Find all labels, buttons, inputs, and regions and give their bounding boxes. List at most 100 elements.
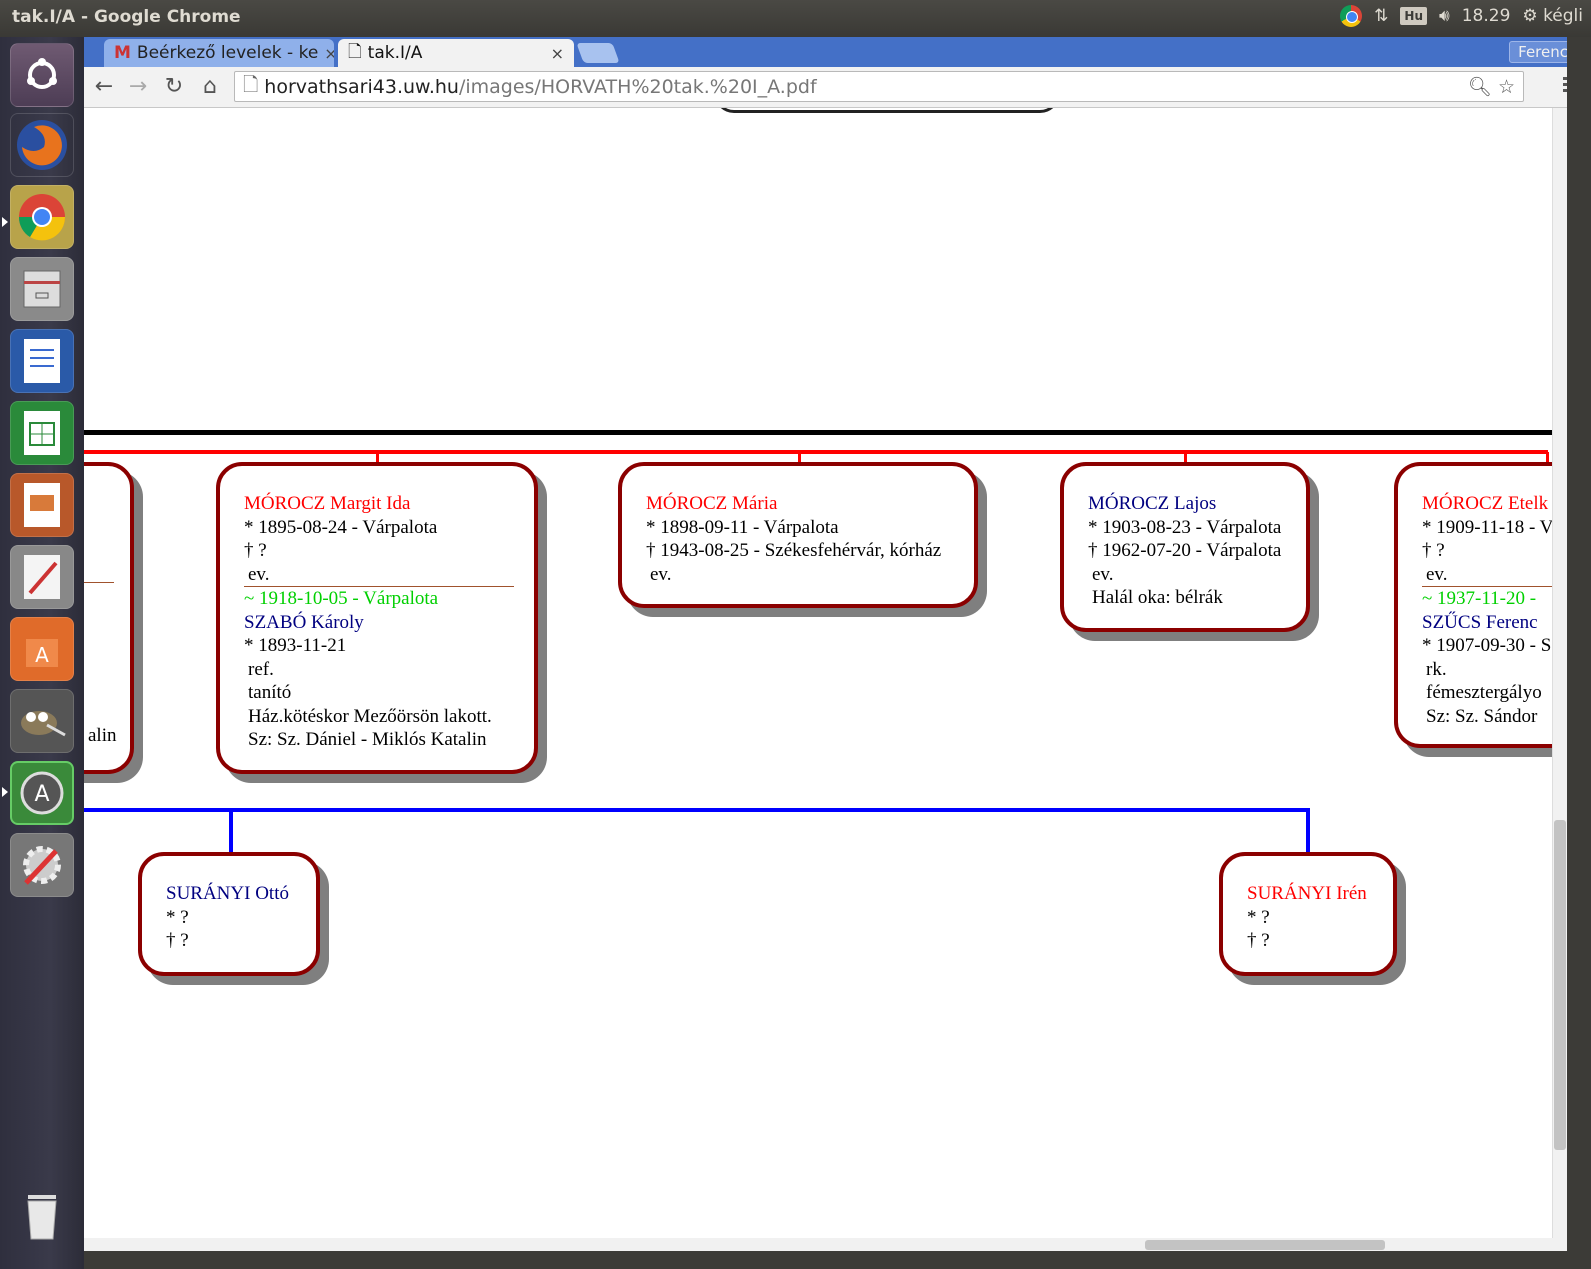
back-arrow-icon[interactable]: ← — [90, 73, 118, 101]
chrome-indicator-icon[interactable] — [1340, 5, 1363, 27]
new-tab-button[interactable] — [576, 43, 620, 63]
text-editor-icon — [24, 555, 60, 599]
shopping-bag-icon: A — [26, 639, 58, 667]
star-icon[interactable]: ☆ — [1498, 76, 1515, 98]
spouse-parents: Sz: Sz. Sándor — [1426, 705, 1538, 727]
person-name: MÓROCZ Mária — [646, 493, 778, 514]
firefox-launcher[interactable] — [10, 113, 74, 177]
tab-active-pdf[interactable]: 🗋 tak.I/A × — [338, 39, 574, 67]
session-menu[interactable]: ⚙ kégli — [1522, 6, 1583, 26]
marriage-info: ~ 1918-10-05 - Várpalota — [244, 588, 439, 609]
browser-toolbar: ← → ↻ ⌂ 🗋 horvathsari43.uw.hu/images/HOR… — [84, 67, 1591, 108]
religion: ev. — [1426, 563, 1448, 585]
zoom-icon[interactable]: 🔍︎ — [1468, 75, 1492, 98]
close-tab-icon[interactable]: × — [324, 44, 334, 63]
gimp-launcher[interactable] — [10, 689, 74, 753]
window-edge — [1567, 37, 1591, 1269]
system-tray: ⇅ Hu 🔊︎ 18.29 ⚙ kégli — [1340, 5, 1583, 27]
spouse-religion: rk. — [1426, 658, 1447, 680]
religion: ev. — [1092, 563, 1114, 585]
birth-info: * 1898-09-11 - Várpalota — [646, 516, 839, 538]
person-card-suranyi-otto[interactable]: SURÁNYI Ottó * ? † ? — [138, 852, 320, 976]
child-drop-line — [229, 810, 233, 854]
ubuntu-dash-button[interactable] — [10, 43, 74, 107]
horizontal-scroll-thumb[interactable] — [1145, 1240, 1385, 1250]
person-card-suranyi-iren[interactable]: SURÁNYI Irén * ? † ? — [1219, 852, 1397, 976]
firefox-icon — [17, 120, 67, 170]
home-icon[interactable]: ⌂ — [196, 73, 224, 101]
person-card-morocz-maria[interactable]: MÓROCZ Mária * 1898-09-11 - Várpalota † … — [618, 462, 978, 608]
death-info: † 1943-08-25 - Székesfehérvár, kórház — [646, 540, 942, 561]
gmail-icon: M — [114, 43, 131, 63]
chrome-icon — [18, 194, 66, 241]
close-tab-icon[interactable]: × — [551, 44, 564, 63]
birth-info: * ? — [1247, 906, 1270, 928]
volume-icon[interactable]: 🔊︎ — [1439, 6, 1450, 26]
person-card-morocz-margit-ida[interactable]: MÓROCZ Margit Ida * 1895-08-24 - Várpalo… — [216, 462, 538, 774]
keyboard-layout-indicator[interactable]: Hu — [1400, 7, 1428, 25]
spouse-note: Ház.kötéskor Mezőörsön lakott. — [248, 705, 492, 727]
spouse-occupation: tanító — [248, 682, 292, 703]
running-indicator — [2, 217, 8, 227]
gimp-icon — [21, 711, 66, 737]
clock[interactable]: 18.29 — [1462, 6, 1511, 26]
trash-launcher[interactable] — [10, 1183, 74, 1247]
birth-info: * ? — [166, 906, 189, 928]
vertical-scroll-thumb[interactable] — [1554, 820, 1566, 1150]
session-user: kégli — [1543, 6, 1583, 26]
person-card-morocz-lajos[interactable]: MÓROCZ Lajos * 1903-08-23 - Várpalota † … — [1060, 462, 1310, 632]
trash-icon — [27, 1195, 57, 1240]
unity-launcher: A A — [0, 37, 84, 1269]
text-editor-launcher[interactable] — [10, 545, 74, 609]
death-info: † ? — [1247, 930, 1270, 951]
spouse-name: SZABÓ Károly — [244, 611, 364, 633]
calc-launcher[interactable] — [10, 401, 74, 465]
page-icon: 🗋 — [243, 73, 259, 96]
software-center-launcher[interactable]: A — [10, 617, 74, 681]
settings-wrench-icon — [23, 846, 61, 885]
card-text-fragment: alin — [88, 725, 117, 746]
birth-info: * 1903-08-23 - Várpalota — [1088, 516, 1282, 538]
system-settings-launcher[interactable] — [10, 833, 74, 897]
tab-label: Beérkező levelek - ke — [136, 43, 319, 63]
files-launcher[interactable] — [10, 257, 74, 321]
parent-connector-line — [84, 430, 1552, 435]
spreadsheet-icon — [24, 411, 60, 455]
person-card-partial[interactable]: alin — [84, 462, 134, 774]
tab-strip: M Beérkező levelek - ke × 🗋 tak.I/A × Fe… — [84, 37, 1591, 67]
spouse-religion: ref. — [248, 658, 274, 680]
person-card-morocz-etelka[interactable]: MÓROCZ Etelk * 1909-11-18 - V † ? ev. ~ … — [1394, 462, 1552, 748]
religion: ev. — [248, 563, 270, 585]
ubuntu-logo-icon — [27, 58, 57, 89]
person-name: MÓROCZ Lajos — [1088, 493, 1217, 514]
url-path: /images/HORVATH%20tak.%20I_A.pdf — [458, 75, 817, 98]
pdf-viewport[interactable]: alin MÓROCZ Margit Ida * 1895-08-24 - Vá… — [84, 108, 1552, 1238]
forward-arrow-icon[interactable]: → — [124, 73, 152, 101]
cause-of-death: Halál oka: bélrák — [1092, 587, 1223, 608]
os-top-panel: tak.I/A - Google Chrome ⇅ Hu 🔊︎ 18.29 ⚙ … — [0, 0, 1591, 37]
previous-card-edge — [714, 108, 1060, 113]
death-info: † ? — [1422, 540, 1445, 561]
spouse-parents: Sz: Sz. Dániel - Miklós Katalin — [248, 729, 487, 750]
death-info: † 1962-07-20 - Várpalota — [1088, 540, 1282, 561]
svg-text:A: A — [35, 643, 49, 667]
person-name: SURÁNYI Ottó — [166, 883, 289, 904]
gear-icon: ⚙ — [1522, 6, 1538, 26]
impress-launcher[interactable] — [10, 473, 74, 537]
page-icon: 🗋 — [348, 41, 362, 62]
network-icon[interactable]: ⇅ — [1374, 6, 1388, 26]
person-name: MÓROCZ Margit Ida — [244, 493, 411, 514]
death-info: † ? — [166, 930, 189, 951]
person-name: SURÁNYI Irén — [1247, 883, 1367, 904]
update-manager-launcher[interactable]: A — [10, 761, 74, 825]
tab-gmail[interactable]: M Beérkező levelek - ke × — [104, 39, 334, 67]
tab-label: tak.I/A — [367, 43, 423, 63]
chrome-launcher[interactable] — [10, 185, 74, 249]
presentation-icon — [24, 483, 60, 527]
writer-launcher[interactable] — [10, 329, 74, 393]
address-bar[interactable]: 🗋 horvathsari43.uw.hu/images/HORVATH%20t… — [234, 71, 1524, 102]
reload-icon[interactable]: ↻ — [160, 73, 188, 101]
svg-text:A: A — [34, 782, 49, 807]
window-edge — [84, 1251, 1591, 1269]
birth-info: * 1909-11-18 - V — [1422, 516, 1552, 538]
